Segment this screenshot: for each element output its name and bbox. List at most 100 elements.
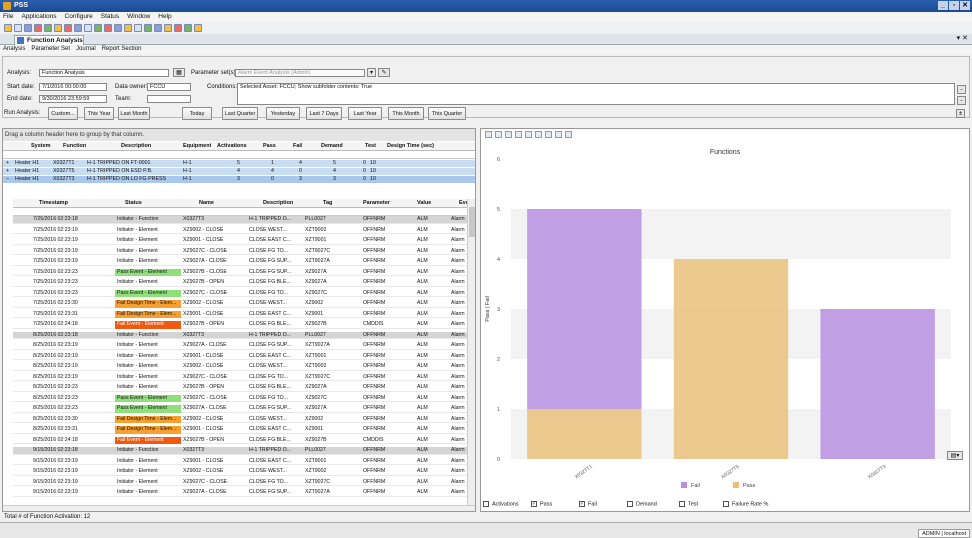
- table-row[interactable]: 7/25/2016 02:23:19 Initiator - Element XZ9…: [13, 248, 475, 256]
- grid-icon[interactable]: [535, 131, 542, 138]
- toolbar-icon[interactable]: [54, 24, 62, 32]
- paramset-dropdown-icon[interactable]: ▾: [367, 68, 376, 77]
- table-row[interactable]: 9/15/2016 02:23:19 Initiator - Element XZ9…: [13, 489, 475, 497]
- toolbar-icon[interactable]: [144, 24, 152, 32]
- col-demand[interactable]: Demand: [321, 142, 343, 151]
- tab-function-analysis[interactable]: Function Analysis: [14, 35, 84, 45]
- col-activations[interactable]: Activations: [217, 142, 247, 151]
- undo-icon[interactable]: [555, 131, 562, 138]
- toolbar-icon[interactable]: [124, 24, 132, 32]
- checkbox-pass[interactable]: ✓ Pass: [531, 501, 552, 508]
- run-this-quarter-button[interactable]: This Quarter: [428, 107, 466, 120]
- submenu-journal[interactable]: Journal: [76, 45, 96, 54]
- table-row[interactable]: 9/15/2016 02:23:18 Initiator - Function X0…: [13, 447, 475, 455]
- team-field[interactable]: [147, 95, 191, 103]
- table-row[interactable]: 7/25/2016 02:23:23 Initiator - Element XZ9…: [13, 279, 475, 287]
- print-icon[interactable]: [495, 131, 502, 138]
- col-description[interactable]: Description: [121, 142, 151, 151]
- col-tag[interactable]: Tag: [323, 199, 332, 208]
- toolbar-icon[interactable]: [194, 24, 202, 32]
- table-row[interactable]: 7/25/2016 02:23:19 Initiator - Element XZ9…: [13, 227, 475, 235]
- toolbar-icon[interactable]: [34, 24, 42, 32]
- toolbar-icon[interactable]: [4, 24, 12, 32]
- grid-vertical-scrollbar[interactable]: [467, 199, 475, 505]
- table-row[interactable]: 7/25/2016 02:23:19 Initiator - Element XZ9…: [13, 258, 475, 266]
- table-row[interactable]: 9/15/2016 02:23:19 Initiator - Element XZ9…: [13, 468, 475, 476]
- table-row[interactable]: 9/15/2016 02:23:19 Initiator - Element XZ9…: [13, 458, 475, 466]
- run-last-month-button[interactable]: Last Month: [118, 107, 150, 120]
- table-row[interactable]: 7/25/2016 02:23:23 Pass Event - Element XZ…: [13, 268, 475, 277]
- run-last-year-button[interactable]: Last Year: [348, 107, 382, 120]
- table-row[interactable]: 9/15/2016 02:23:19 Initiator - Element XZ9…: [13, 479, 475, 487]
- minimize-button[interactable]: _: [938, 1, 948, 10]
- checkbox-activations[interactable]: Activations: [483, 501, 519, 508]
- 3d-icon[interactable]: [515, 131, 522, 138]
- menu-applications[interactable]: Applications: [21, 12, 56, 22]
- close-button[interactable]: ✕: [960, 1, 970, 10]
- toolbar-icon[interactable]: [104, 24, 112, 32]
- toolbar-icon[interactable]: [14, 24, 22, 32]
- paramset-edit-icon[interactable]: ✎: [378, 68, 390, 77]
- menu-status[interactable]: Status: [101, 12, 119, 22]
- col-child-description[interactable]: Description: [263, 199, 293, 208]
- table-row[interactable]: 8/25/2016 02:23:23 Pass Event - Element XZ…: [13, 405, 475, 413]
- checkbox-failure-rate[interactable]: Failure Rate %: [723, 501, 768, 508]
- col-system[interactable]: System: [31, 142, 51, 151]
- toolbar-icon[interactable]: [174, 24, 182, 32]
- collapse-params-icon[interactable]: ±: [956, 109, 965, 118]
- submenu-parameter-set[interactable]: Parameter Set: [31, 45, 70, 54]
- col-fail[interactable]: Fail: [293, 142, 302, 151]
- table-row[interactable]: 7/25/2016 02:23:23 Pass Event - Element XZ…: [13, 289, 475, 298]
- table-row[interactable]: 7/25/2016 02:24:18 Fail Event - Element XZ…: [13, 321, 475, 329]
- chart-type-icon[interactable]: [505, 131, 512, 138]
- scroll-thumb[interactable]: [469, 207, 475, 237]
- paramset-select[interactable]: Alarm Event Analysis (Admin): [235, 69, 365, 77]
- toolbar-icon[interactable]: [74, 24, 82, 32]
- table-row[interactable]: 8/25/2016 02:23:31 Fail Design Time - Ele…: [13, 426, 475, 434]
- group-filter-row[interactable]: [3, 151, 475, 159]
- end-date-field[interactable]: 9/30/2016 23:59:59: [39, 95, 107, 103]
- toolbar-icon[interactable]: [154, 24, 162, 32]
- col-parameter[interactable]: Parameter: [363, 199, 390, 208]
- toolbar-icon[interactable]: [114, 24, 122, 32]
- bar-pass-X0327T5[interactable]: [673, 259, 789, 459]
- bar-pass-X0327T1[interactable]: [527, 409, 642, 459]
- run-today-button[interactable]: Today: [182, 107, 212, 120]
- chart-options-icon[interactable]: ▤▾: [947, 451, 963, 460]
- checkbox-demand[interactable]: Demand: [627, 501, 657, 508]
- run-this-year-button[interactable]: This Year: [84, 107, 114, 120]
- toolbar-icon[interactable]: [24, 24, 32, 32]
- table-row[interactable]: 8/25/2016 02:23:30 Fail Design Time - Ele…: [13, 415, 475, 424]
- run-last-7-days-button[interactable]: Last 7 Days: [306, 107, 342, 120]
- col-timestamp[interactable]: Timestamp: [39, 199, 68, 208]
- col-design-time[interactable]: Design Time (sec): [387, 142, 434, 151]
- menu-configure[interactable]: Configure: [65, 12, 93, 22]
- toolbar-icon[interactable]: [44, 24, 52, 32]
- toolbar-icon[interactable]: [164, 24, 172, 32]
- checkbox-test[interactable]: Test: [679, 501, 698, 508]
- table-row[interactable]: 8/25/2016 02:23:19 Initiator - Element XZ9…: [13, 342, 475, 350]
- table-row[interactable]: 7/25/2016 02:23:18 Initiator - Function X0…: [13, 216, 475, 224]
- table-row[interactable]: 8/25/2016 02:23:23 Initiator - Element XZ9…: [13, 384, 475, 392]
- run-last-quarter-button[interactable]: Last Quarter: [222, 107, 258, 120]
- table-row[interactable]: 8/25/2016 02:23:19 Initiator - Element XZ9…: [13, 363, 475, 371]
- group-row[interactable]: + Heater H1 X0327T1 H-1 TRIPPED ON FT-00…: [3, 160, 475, 168]
- expand-icon[interactable]: +: [6, 160, 9, 168]
- col-function[interactable]: Function: [63, 142, 86, 151]
- legend-icon[interactable]: [525, 131, 532, 138]
- menu-help[interactable]: Help: [158, 12, 171, 22]
- table-row[interactable]: 8/25/2016 02:23:19 Initiator - Element XZ9…: [13, 374, 475, 382]
- run-yesterday-button[interactable]: Yesterday: [266, 107, 300, 120]
- col-equipment[interactable]: Equipment: [183, 142, 211, 151]
- menu-file[interactable]: File: [3, 12, 13, 22]
- collapse-icon[interactable]: −: [6, 176, 9, 184]
- conditions-scroll-down[interactable]: ˗: [957, 96, 966, 105]
- toolbar-icon[interactable]: [94, 24, 102, 32]
- conditions-scroll-up[interactable]: ˗: [957, 85, 966, 94]
- col-status[interactable]: Status: [125, 199, 142, 208]
- menu-window[interactable]: Window: [127, 12, 150, 22]
- col-pass[interactable]: Pass: [263, 142, 276, 151]
- copy-icon[interactable]: [485, 131, 492, 138]
- col-test[interactable]: Test: [365, 142, 376, 151]
- toolbar-icon[interactable]: [134, 24, 142, 32]
